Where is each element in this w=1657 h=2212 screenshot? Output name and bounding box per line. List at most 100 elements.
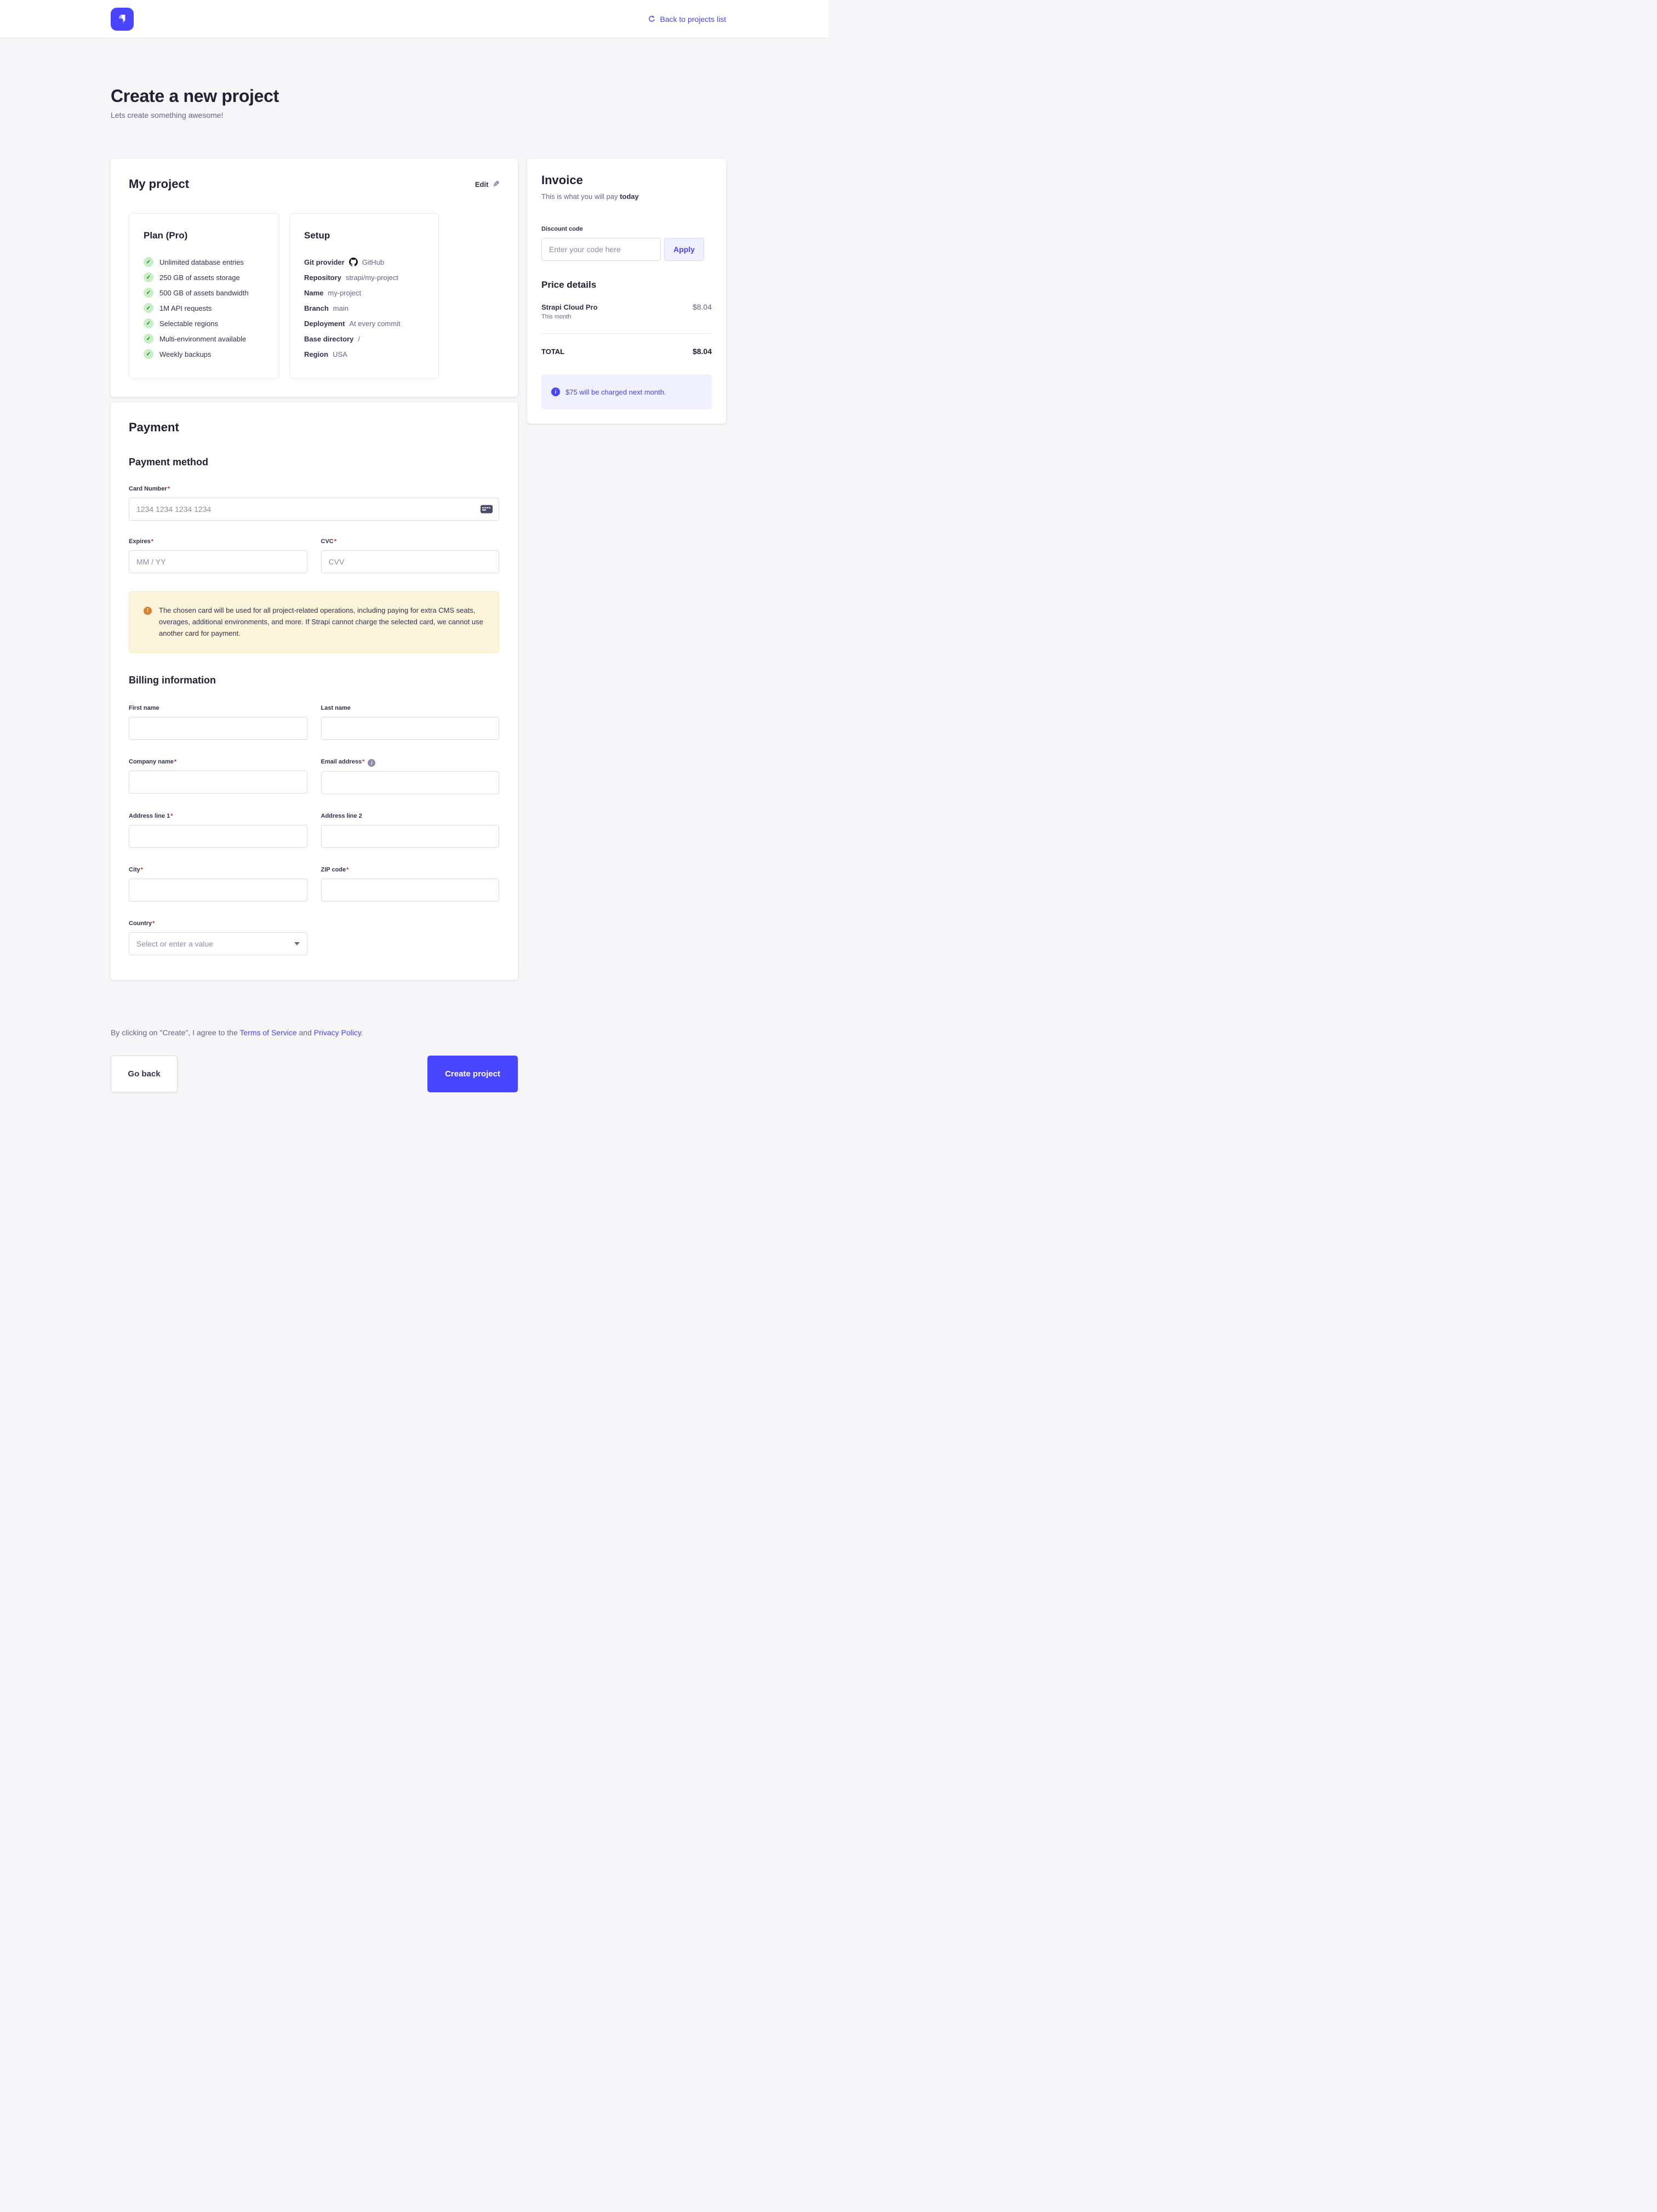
setup-row-label: Name: [304, 289, 323, 297]
card-usage-warning: ! The chosen card will be used for all p…: [129, 591, 499, 653]
payment-card: Payment Payment method Card Number Expir…: [111, 402, 518, 980]
terms-middle: and: [297, 1028, 314, 1037]
setup-row-value: GitHub: [362, 258, 384, 266]
address-line-2-input[interactable]: [321, 825, 500, 848]
email-info-icon[interactable]: i: [368, 759, 375, 767]
setup-row-value: main: [333, 304, 348, 312]
plan-feature-label: 250 GB of assets storage: [159, 273, 240, 282]
check-icon: ✓: [144, 303, 153, 313]
create-project-button[interactable]: Create project: [427, 1056, 518, 1092]
plan-feature-label: Weekly backups: [159, 350, 211, 358]
pencil-icon: ✎: [493, 179, 500, 189]
zip-code-label: ZIP code: [321, 866, 349, 873]
setup-row-git-provider: Git provider GitHub: [304, 254, 424, 270]
check-icon: ✓: [144, 334, 153, 344]
billing-information-title: Billing information: [129, 675, 500, 686]
plan-feature-label: Multi-environment available: [159, 335, 246, 343]
plan-feature: ✓ Weekly backups: [144, 346, 265, 362]
country-select[interactable]: Select or enter a value: [129, 932, 307, 955]
setup-row: Repository strapi/my-project: [304, 270, 424, 285]
company-name-input[interactable]: [129, 771, 307, 794]
strapi-logo-icon: [115, 12, 129, 26]
note-text: $75 will be charged next month.: [565, 388, 666, 396]
email-address-input[interactable]: [321, 771, 500, 794]
invoice-divider: [541, 333, 712, 334]
payment-title: Payment: [129, 420, 500, 435]
setup-row: Base directory /: [304, 331, 424, 346]
project-card-title: My project: [129, 177, 189, 191]
setup-row: Deployment At every commit: [304, 316, 424, 331]
plan-title: Plan (Pro): [144, 230, 265, 241]
invoice-title: Invoice: [541, 173, 712, 187]
first-name-label: First name: [129, 705, 159, 711]
back-link-label: Back to projects list: [660, 15, 726, 24]
expires-label: Expires: [129, 538, 153, 545]
plan-feature: ✓ Unlimited database entries: [144, 254, 265, 270]
country-label: Country: [129, 920, 155, 927]
back-to-projects-link[interactable]: Back to projects list: [648, 15, 726, 24]
plan-feature-label: 1M API requests: [159, 304, 212, 312]
plan-feature: ✓ 500 GB of assets bandwidth: [144, 285, 265, 300]
plan-feature-label: 500 GB of assets bandwidth: [159, 289, 249, 297]
total-label: TOTAL: [541, 347, 564, 356]
city-input[interactable]: [129, 879, 307, 902]
go-back-button[interactable]: Go back: [111, 1056, 178, 1092]
card-number-input[interactable]: [129, 498, 499, 521]
plan-feature: ✓ 250 GB of assets storage: [144, 270, 265, 285]
plan-feature: ✓ 1M API requests: [144, 300, 265, 316]
terms-prefix: By clicking on "Create", I agree to the: [111, 1028, 239, 1037]
zip-code-input[interactable]: [321, 879, 500, 902]
warning-icon: !: [144, 607, 152, 615]
my-project-card: My project Edit ✎ Plan (Pro) ✓ Unlimited…: [111, 159, 518, 397]
check-icon: ✓: [144, 272, 153, 282]
apply-discount-button[interactable]: Apply: [664, 238, 704, 261]
credit-card-icon: [481, 505, 493, 514]
setup-row-label: Branch: [304, 304, 329, 312]
price-item-amount: $8.04: [693, 303, 712, 311]
check-icon: ✓: [144, 318, 153, 328]
address-line-1-input[interactable]: [129, 825, 307, 848]
setup-row-label: Deployment: [304, 320, 345, 328]
setup-row: Name my-project: [304, 285, 424, 300]
card-number-label: Card Number: [129, 486, 170, 492]
invoice-subtitle-prefix: This is what you will pay: [541, 192, 620, 201]
plan-feature-label: Unlimited database entries: [159, 258, 244, 266]
github-icon: [349, 258, 358, 266]
first-name-input[interactable]: [129, 717, 307, 740]
setup-row-value: strapi/my-project: [346, 273, 398, 282]
check-icon: ✓: [144, 288, 153, 298]
address-line-1-label: Address line 1: [129, 813, 173, 819]
discount-code-input[interactable]: [541, 238, 661, 261]
page-title: Create a new project: [111, 86, 726, 106]
setup-row-value: At every commit: [349, 320, 400, 328]
plan-summary-box: Plan (Pro) ✓ Unlimited database entries …: [129, 213, 279, 379]
last-name-label: Last name: [321, 705, 351, 711]
city-label: City: [129, 866, 143, 873]
setup-title: Setup: [304, 230, 424, 241]
cvc-input[interactable]: [321, 550, 500, 573]
price-item-name: Strapi Cloud Pro: [541, 303, 598, 311]
setup-row: Region USA: [304, 346, 424, 362]
terms-of-service-link[interactable]: Terms of Service: [239, 1028, 296, 1037]
privacy-policy-link[interactable]: Privacy Policy: [314, 1028, 361, 1037]
price-details-title: Price details: [541, 280, 712, 290]
terms-agreement-text: By clicking on "Create", I agree to the …: [111, 1028, 518, 1037]
setup-row-label: Git provider: [304, 258, 345, 266]
setup-row-label: Region: [304, 350, 328, 358]
discount-code-label: Discount code: [541, 226, 583, 232]
strapi-logo[interactable]: [111, 8, 134, 31]
setup-row-label: Base directory: [304, 335, 353, 343]
plan-feature-label: Selectable regions: [159, 320, 218, 328]
setup-summary-box: Setup Git provider GitHub Repository: [289, 213, 439, 379]
expires-input[interactable]: [129, 550, 307, 573]
company-name-label: Company name: [129, 759, 176, 765]
cvc-label: CVC: [321, 538, 337, 545]
top-navigation-bar: Back to projects list: [0, 0, 828, 38]
last-name-input[interactable]: [321, 717, 500, 740]
setup-row: Branch main: [304, 300, 424, 316]
terms-suffix: .: [361, 1028, 363, 1037]
edit-project-button[interactable]: Edit ✎: [475, 179, 500, 189]
setup-row-label: Repository: [304, 273, 341, 282]
return-arrow-icon: [648, 15, 656, 23]
check-icon: ✓: [144, 257, 153, 267]
